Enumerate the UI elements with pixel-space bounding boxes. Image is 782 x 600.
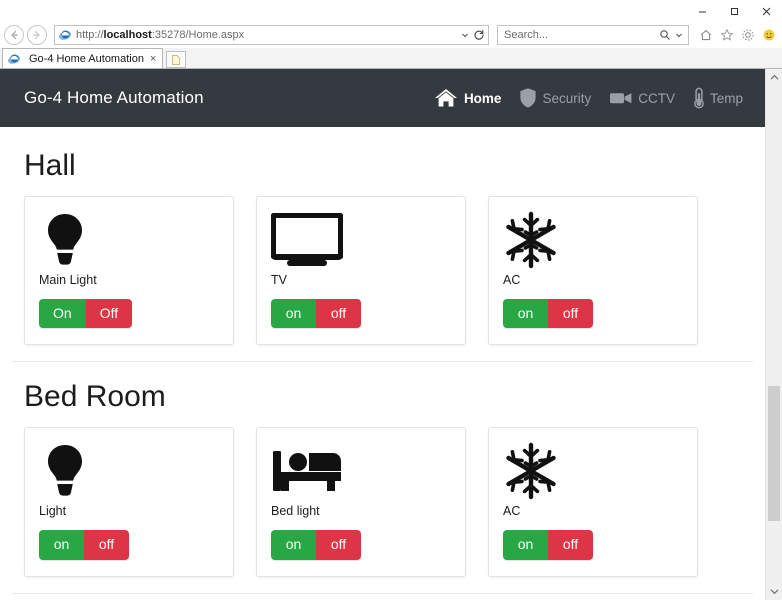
nav-item-cctv-label: CCTV bbox=[638, 90, 675, 106]
scroll-down-arrow-icon[interactable] bbox=[766, 583, 782, 600]
device-toggle: on off bbox=[503, 299, 593, 329]
shield-icon bbox=[519, 87, 537, 109]
device-card-bed-light[interactable]: Bed light on off bbox=[256, 427, 466, 577]
tab-title: Go-4 Home Automation bbox=[29, 52, 144, 65]
browser-window: http://localhost:35278/Home.aspx Search.… bbox=[0, 0, 782, 600]
device-off-button[interactable]: off bbox=[316, 299, 361, 329]
scrollbar-track[interactable] bbox=[766, 86, 782, 583]
nav-item-home[interactable]: Home bbox=[433, 87, 502, 109]
device-card-list: Main Light On Off TV on off AC on off bbox=[12, 196, 753, 346]
device-label: Main Light bbox=[39, 273, 97, 287]
nav-item-security[interactable]: Security bbox=[519, 87, 591, 109]
search-dropdown-icon[interactable] bbox=[672, 31, 686, 39]
browser-toolbar: http://localhost:35278/Home.aspx Search.… bbox=[0, 22, 782, 48]
device-label: Bed light bbox=[271, 504, 320, 519]
device-off-button[interactable]: off bbox=[316, 530, 361, 560]
device-on-button[interactable]: on bbox=[271, 299, 316, 329]
page-viewport: Go-4 Home Automation Home Security CCTV … bbox=[0, 69, 782, 600]
section-garage: Garage bbox=[12, 594, 753, 600]
home-icon bbox=[433, 87, 459, 109]
bed-icon bbox=[271, 442, 451, 500]
device-on-button[interactable]: on bbox=[271, 530, 316, 560]
device-on-button[interactable]: on bbox=[39, 530, 84, 560]
snowflake-icon bbox=[503, 442, 683, 500]
device-card-list: Light on off Bed light on off AC on off bbox=[12, 427, 753, 577]
device-toggle: on off bbox=[39, 530, 129, 560]
home-icon[interactable] bbox=[697, 26, 715, 44]
device-card-tv[interactable]: TV on off bbox=[256, 196, 466, 346]
lightbulb-icon bbox=[39, 211, 219, 269]
lightbulb-icon bbox=[39, 442, 219, 500]
device-card-ac[interactable]: AC on off bbox=[488, 196, 698, 346]
tab-close-icon[interactable]: × bbox=[148, 53, 158, 65]
device-off-button[interactable]: off bbox=[84, 530, 129, 560]
ie-logo-icon bbox=[58, 30, 72, 40]
nav-item-cctv[interactable]: CCTV bbox=[609, 89, 675, 107]
device-toggle: On Off bbox=[39, 299, 133, 329]
device-on-button[interactable]: on bbox=[503, 299, 548, 329]
web-page: Go-4 Home Automation Home Security CCTV … bbox=[0, 69, 765, 600]
smiley-feedback-icon[interactable] bbox=[760, 26, 778, 44]
app-nav-links: Home Security CCTV Temp bbox=[433, 87, 743, 109]
search-icon[interactable] bbox=[658, 29, 672, 41]
device-card-light[interactable]: Light on off bbox=[24, 427, 234, 577]
browser-titlebar bbox=[0, 0, 782, 22]
device-toggle: on off bbox=[503, 530, 593, 560]
video-camera-icon bbox=[609, 89, 633, 107]
device-on-button[interactable]: on bbox=[503, 530, 548, 560]
address-bar[interactable]: http://localhost:35278/Home.aspx bbox=[54, 25, 489, 45]
new-tab-button[interactable] bbox=[166, 51, 187, 68]
scroll-up-arrow-icon[interactable] bbox=[766, 69, 782, 86]
maximize-button[interactable] bbox=[718, 0, 750, 22]
section-title: Hall bbox=[24, 149, 76, 182]
close-button[interactable] bbox=[750, 0, 782, 22]
search-input[interactable]: Search... bbox=[504, 28, 658, 42]
device-toggle: on off bbox=[271, 530, 361, 560]
tv-icon bbox=[271, 211, 451, 269]
browser-tab[interactable]: Go-4 Home Automation × bbox=[2, 48, 164, 68]
back-button[interactable] bbox=[4, 25, 24, 45]
titlebar-drag-area bbox=[0, 0, 686, 22]
snowflake-icon bbox=[503, 211, 683, 269]
refresh-icon[interactable] bbox=[472, 29, 486, 41]
device-on-button[interactable]: On bbox=[39, 299, 86, 329]
device-label: Light bbox=[39, 504, 67, 519]
device-label: AC bbox=[503, 504, 521, 519]
forward-button[interactable] bbox=[27, 25, 47, 45]
device-label: AC bbox=[503, 273, 521, 287]
nav-item-security-label: Security bbox=[542, 90, 592, 106]
device-off-button[interactable]: off bbox=[548, 299, 593, 329]
device-off-button[interactable]: off bbox=[548, 530, 593, 560]
nav-item-temp-label: Temp bbox=[709, 90, 743, 106]
search-box[interactable]: Search... bbox=[497, 25, 689, 45]
browser-tabstrip: Go-4 Home Automation × bbox=[0, 48, 782, 69]
settings-gear-icon[interactable] bbox=[739, 26, 757, 44]
scrollbar-thumb[interactable] bbox=[768, 386, 780, 521]
device-card-main-light[interactable]: Main Light On Off bbox=[24, 196, 234, 346]
section-hall: Hall Main Light On Off TV on off AC on o… bbox=[12, 127, 753, 363]
url-text: http://localhost:35278/Home.aspx bbox=[76, 29, 245, 41]
device-off-button[interactable]: Off bbox=[85, 299, 133, 329]
device-toggle: on off bbox=[271, 299, 361, 329]
nav-item-temp[interactable]: Temp bbox=[693, 87, 743, 109]
browser-tool-icons bbox=[697, 26, 778, 44]
section-title: Bed Room bbox=[24, 380, 166, 414]
app-navbar: Go-4 Home Automation Home Security CCTV … bbox=[0, 69, 765, 127]
minimize-button[interactable] bbox=[686, 0, 718, 22]
favorites-star-icon[interactable] bbox=[718, 26, 736, 44]
app-content: Hall Main Light On Off TV on off AC on o… bbox=[0, 127, 765, 600]
device-label: TV bbox=[271, 273, 287, 287]
address-dropdown-icon[interactable] bbox=[458, 31, 472, 39]
ie-logo-icon bbox=[7, 53, 21, 64]
nav-item-home-label: Home bbox=[463, 90, 502, 106]
page-scrollbar[interactable] bbox=[765, 69, 782, 600]
thermometer-icon bbox=[693, 87, 705, 109]
device-card-ac[interactable]: AC on off bbox=[488, 427, 698, 577]
app-brand[interactable]: Go-4 Home Automation bbox=[24, 88, 204, 108]
section-bed-room: Bed Room Light on off Bed light on off A… bbox=[12, 362, 753, 594]
